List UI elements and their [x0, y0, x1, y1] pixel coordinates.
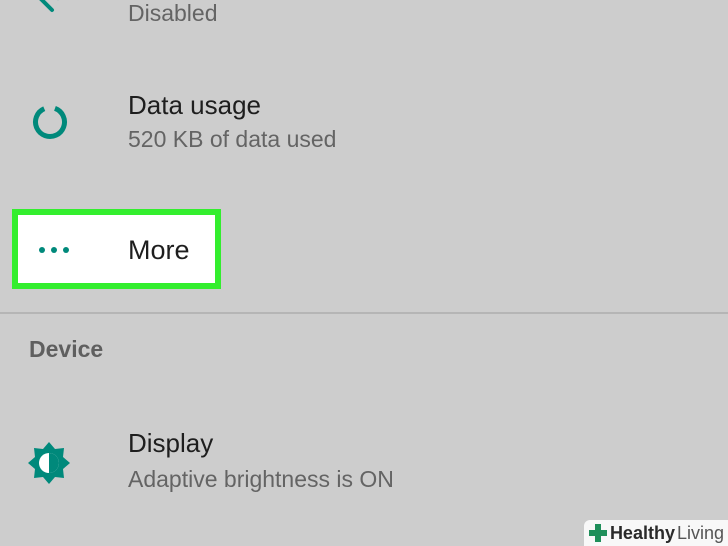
brightness-icon — [28, 442, 70, 484]
more-title: More — [128, 235, 190, 265]
plus-cross-icon — [588, 524, 607, 542]
watermark-brand-bold: Healthy — [609, 522, 675, 543]
display-subtitle: Adaptive brightness is ON — [128, 466, 394, 492]
settings-item-display[interactable]: Display Adaptive brightness is ON — [0, 420, 728, 510]
section-header-device: Device — [29, 336, 104, 362]
bluetooth-disabled-icon — [39, 0, 58, 12]
data-usage-title: Data usage — [128, 90, 261, 120]
more-dots-icon — [39, 247, 69, 253]
section-divider — [0, 312, 728, 314]
data-usage-icon — [33, 105, 67, 139]
watermark-brand-light: Living — [676, 522, 724, 543]
settings-item-top-subtitle: Disabled — [128, 0, 218, 26]
data-usage-subtitle: 520 KB of data used — [128, 126, 337, 152]
settings-item-more[interactable]: More — [12, 209, 221, 289]
display-title: Display — [128, 428, 214, 458]
watermark: Healthy Living — [583, 520, 728, 546]
settings-item-top[interactable]: Disabled — [0, 0, 728, 40]
settings-item-data-usage[interactable]: Data usage 520 KB of data used — [0, 82, 728, 172]
